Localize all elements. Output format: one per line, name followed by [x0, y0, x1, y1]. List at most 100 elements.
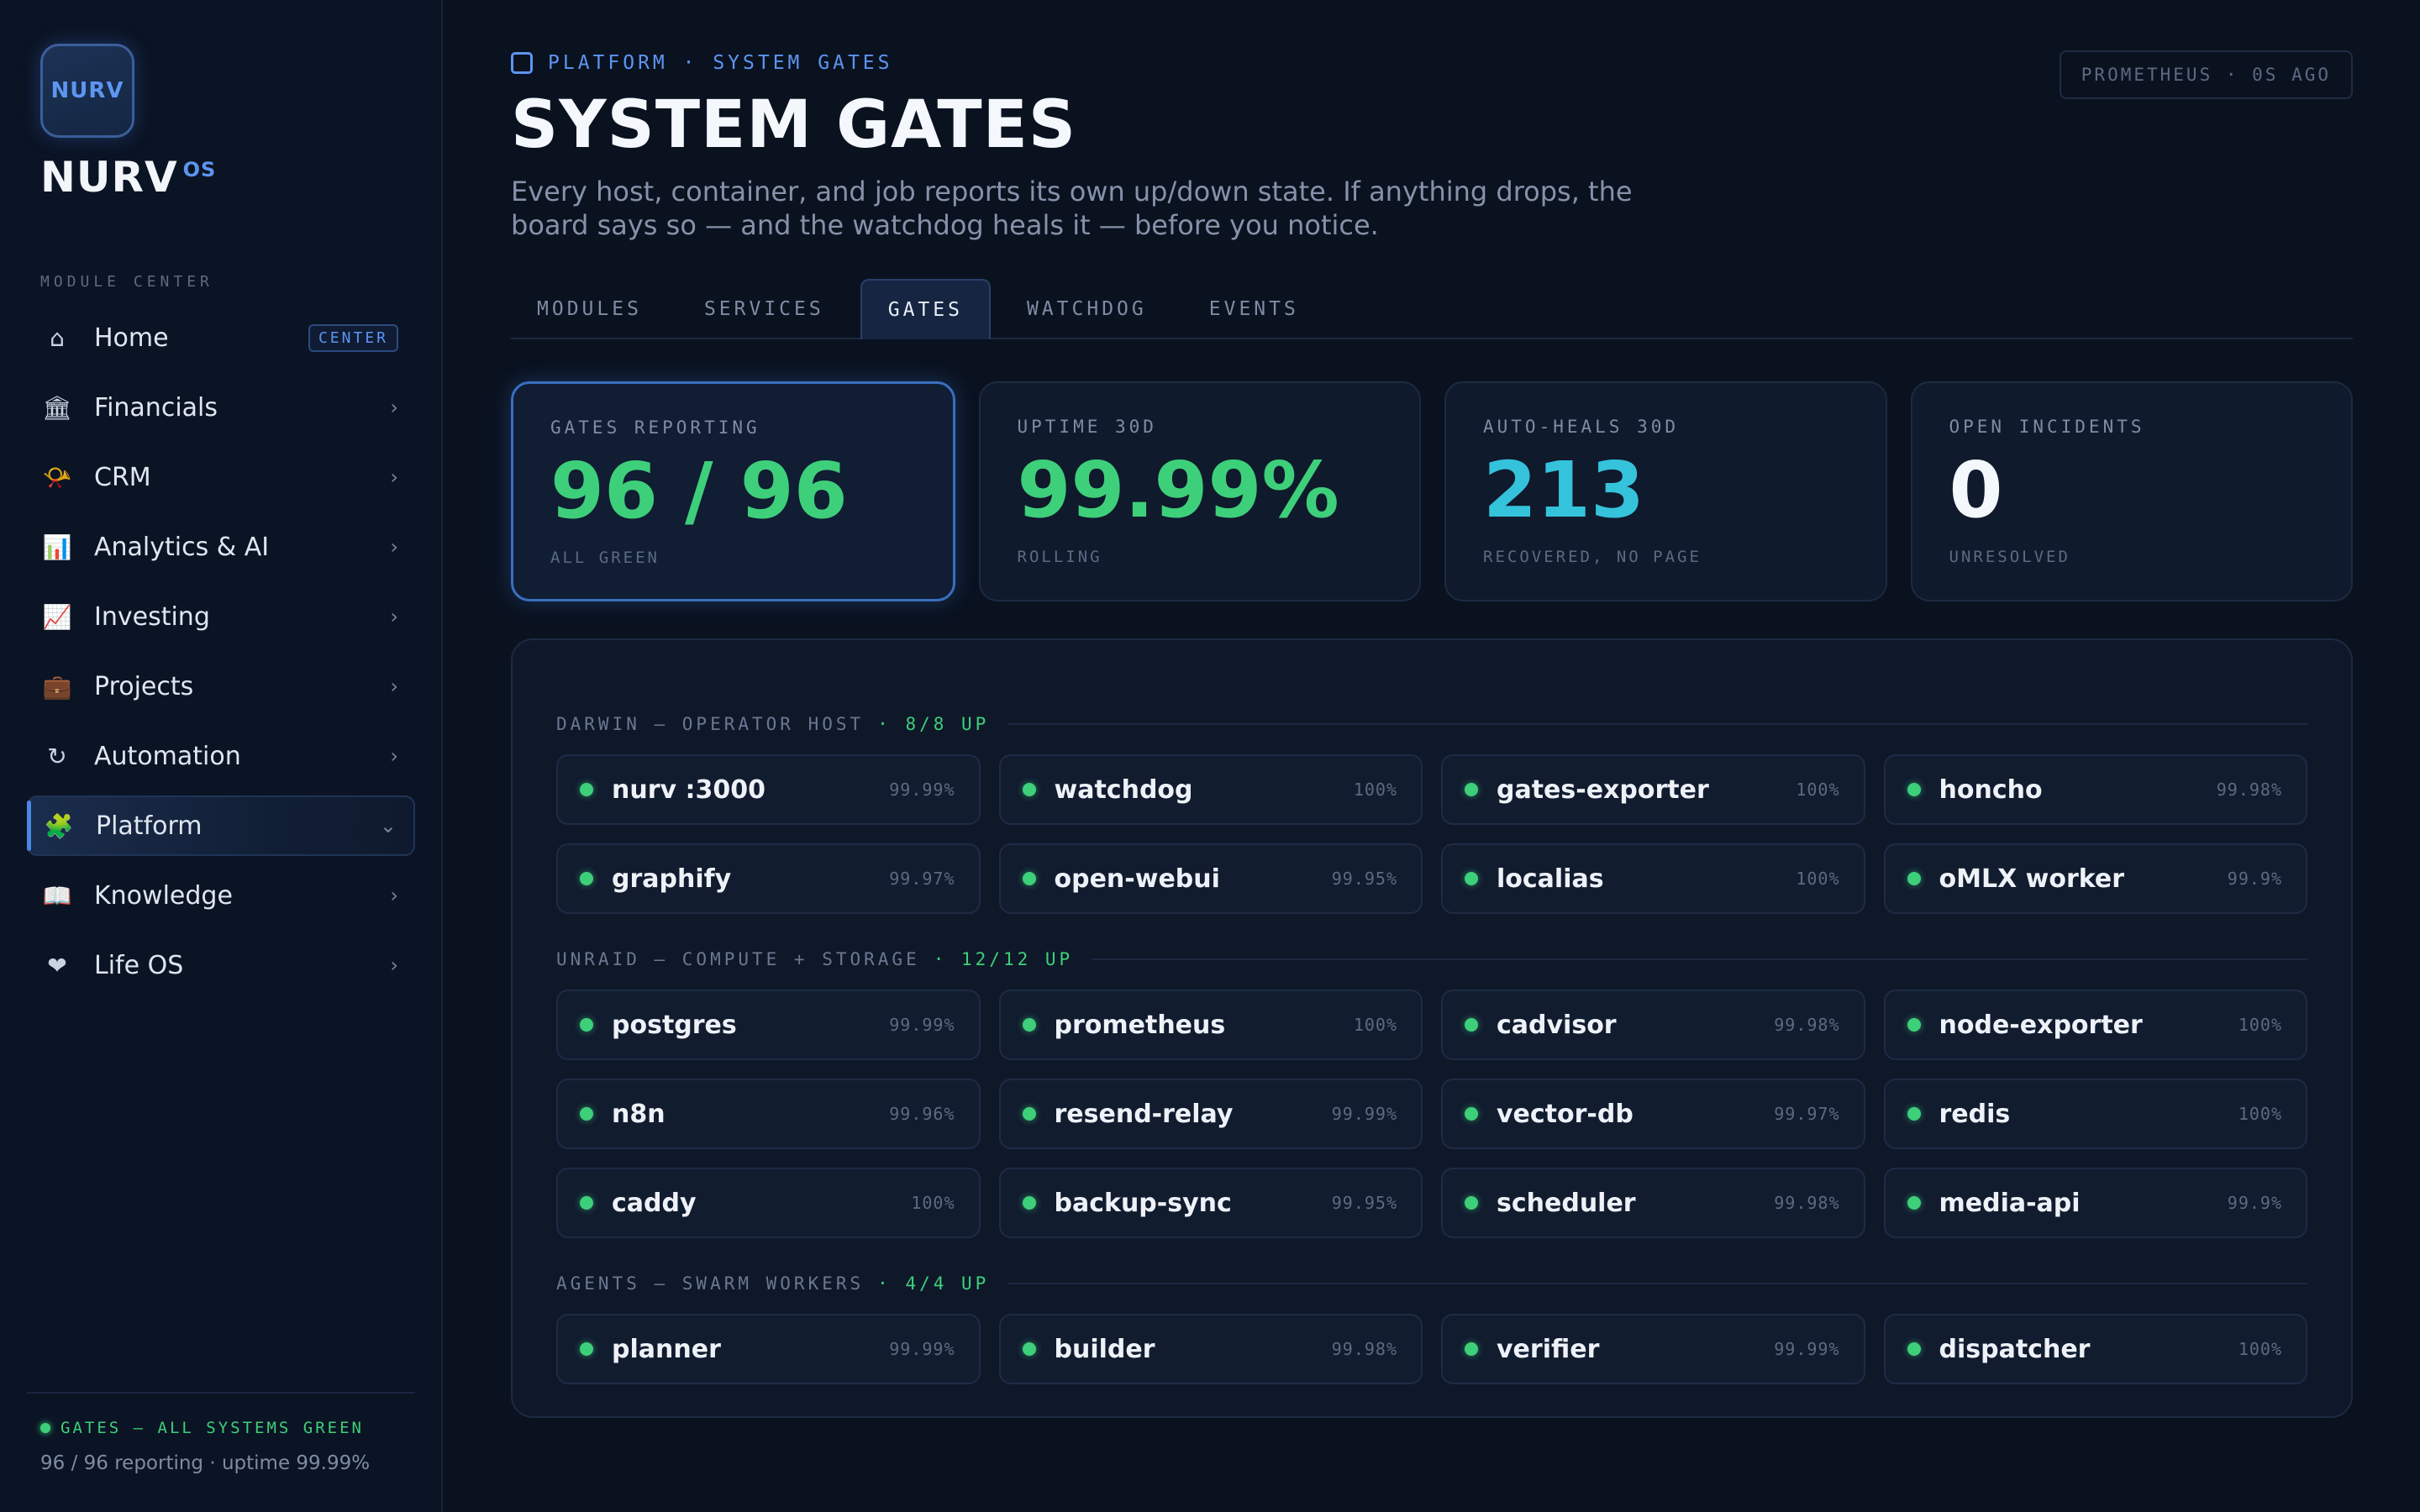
gate-uptime: 99.97% [889, 869, 955, 889]
status-dot-icon [580, 1018, 593, 1032]
gate-card[interactable]: vector-db 99.97% [1441, 1079, 1865, 1149]
sidebar-nav: ⌂ Home CENTER 🏛 Financials › 📯 CRM › 📊 A… [27, 307, 415, 1005]
book-icon: 📖 [42, 881, 72, 910]
sidebar-item-life-os[interactable]: ❤ Life OS › [27, 935, 415, 995]
group-title: AGENTS — SWARM WORKERS [556, 1273, 865, 1294]
stat-card-gates-reporting[interactable]: GATES REPORTING 96 / 96 ALL GREEN [511, 381, 955, 601]
gate-card[interactable]: nurv :3000 99.99% [556, 754, 981, 825]
group-header-unraid: UNRAID — COMPUTE + STORAGE · 12/12 UP [556, 942, 2307, 976]
gate-uptime: 99.99% [889, 1015, 955, 1035]
gate-uptime: 100% [1353, 780, 1397, 800]
stat-card-open-incidents[interactable]: OPEN INCIDENTS 0 UNRESOLVED [1910, 381, 2353, 601]
status-dot-icon [1465, 1107, 1478, 1121]
gate-card[interactable]: resend-relay 99.99% [998, 1079, 1423, 1149]
gate-name: vector-db [1497, 1099, 1634, 1129]
chevron-right-icon: › [390, 465, 398, 489]
chevron-right-icon: › [390, 884, 398, 907]
sidebar-item-projects[interactable]: 💼 Projects › [27, 656, 415, 717]
stat-label: UPTIME 30D [1017, 417, 1157, 437]
gate-card[interactable]: watchdog 100% [998, 754, 1423, 825]
horn-icon: 📯 [42, 463, 72, 491]
gate-uptime: 100% [2238, 1015, 2282, 1035]
status-dot-icon [40, 1423, 50, 1433]
gate-card[interactable]: builder 99.98% [998, 1314, 1423, 1384]
sidebar-item-knowledge[interactable]: 📖 Knowledge › [27, 865, 415, 926]
stat-value: 99.99% [1017, 445, 1339, 535]
gate-uptime: 99.99% [889, 1339, 955, 1359]
gate-card[interactable]: postgres 99.99% [556, 990, 981, 1060]
gate-card[interactable]: gates-exporter 100% [1441, 754, 1865, 825]
sidebar-item-home[interactable]: ⌂ Home CENTER [27, 307, 415, 368]
stat-card-uptime[interactable]: UPTIME 30D 99.99% ROLLING [978, 381, 1421, 601]
tab-modules[interactable]: MODULES [511, 279, 668, 339]
gate-card[interactable]: verifier 99.99% [1441, 1314, 1865, 1384]
gate-name: resend-relay [1054, 1099, 1234, 1129]
gate-name: postgres [612, 1010, 737, 1040]
stat-sub: RECOVERED, NO PAGE [1483, 548, 1702, 566]
group-up-count: · 8/8 UP [877, 714, 990, 734]
gate-name: planner [612, 1334, 721, 1364]
gate-card[interactable]: dispatcher 100% [1883, 1314, 2307, 1384]
gate-card[interactable]: prometheus 100% [998, 990, 1423, 1060]
gate-uptime: 99.97% [1774, 1104, 1840, 1124]
gate-card[interactable]: open-webui 99.95% [998, 843, 1423, 914]
gate-grid-agents: planner 99.99% builder 99.98% verifier 99.9… [556, 1314, 2307, 1384]
gate-card[interactable]: redis 100% [1883, 1079, 2307, 1149]
gate-card[interactable]: scheduler 99.98% [1441, 1168, 1865, 1238]
gate-name: scheduler [1497, 1188, 1636, 1218]
gate-name: backup-sync [1054, 1188, 1232, 1218]
brand-sup: OS [182, 158, 217, 181]
status-dot-icon [1022, 1196, 1036, 1210]
sidebar-item-automation[interactable]: ↻ Automation › [27, 726, 415, 786]
gate-card[interactable]: node-exporter 100% [1883, 990, 2307, 1060]
gate-uptime: 99.95% [1331, 869, 1397, 889]
stat-label: OPEN INCIDENTS [1949, 417, 2145, 437]
gate-card[interactable]: graphify 99.97% [556, 843, 981, 914]
stat-sub: UNRESOLVED [1949, 548, 2070, 566]
puzzle-icon: 🧩 [44, 811, 74, 840]
gate-name: honcho [1939, 774, 2043, 805]
sidebar-item-label: Projects [94, 671, 194, 701]
gate-uptime: 100% [1796, 780, 1840, 800]
sidebar-item-crm[interactable]: 📯 CRM › [27, 447, 415, 507]
gate-uptime: 100% [911, 1193, 955, 1213]
stat-sub: ALL GREEN [550, 549, 660, 567]
briefcase-icon: 💼 [42, 672, 72, 701]
gate-name: redis [1939, 1099, 2011, 1129]
logo[interactable]: NURV [40, 44, 134, 138]
gate-card[interactable]: backup-sync 99.95% [998, 1168, 1423, 1238]
gates-status-detail: 96 / 96 reporting · uptime 99.99% [40, 1452, 371, 1474]
tab-bar: MODULES SERVICES GATES WATCHDOG EVENTS [511, 279, 2353, 339]
sidebar-item-investing[interactable]: 📈 Investing › [27, 586, 415, 647]
gate-card[interactable]: n8n 99.96% [556, 1079, 981, 1149]
tab-events[interactable]: EVENTS [1183, 279, 1325, 339]
gate-name: cadvisor [1497, 1010, 1617, 1040]
gate-name: builder [1054, 1334, 1155, 1364]
sidebar-item-label: Home [94, 323, 169, 353]
center-badge: CENTER [308, 323, 398, 352]
tab-gates[interactable]: GATES [860, 279, 991, 339]
gate-uptime: 100% [1353, 1015, 1397, 1035]
gate-card[interactable]: planner 99.99% [556, 1314, 981, 1384]
breadcrumb-text[interactable]: PLATFORM · SYSTEM GATES [548, 52, 893, 74]
gate-card[interactable]: cadvisor 99.98% [1441, 990, 1865, 1060]
tab-watchdog[interactable]: WATCHDOG [1001, 279, 1173, 339]
gate-name: node-exporter [1939, 1010, 2143, 1040]
gate-card[interactable]: oMLX worker 99.9% [1883, 843, 2307, 914]
sidebar-item-analytics[interactable]: 📊 Analytics & AI › [27, 517, 415, 577]
bar-chart-icon: 📊 [42, 533, 72, 561]
group-title: DARWIN — OPERATOR HOST [556, 714, 865, 734]
status-dot-icon [1907, 1196, 1921, 1210]
stat-card-auto-heals[interactable]: AUTO-HEALS 30D 213 RECOVERED, NO PAGE [1444, 381, 1887, 601]
gate-card[interactable]: honcho 99.98% [1883, 754, 2307, 825]
gate-uptime: 99.9% [2227, 1193, 2282, 1213]
gate-card[interactable]: media-api 99.9% [1883, 1168, 2307, 1238]
tab-services[interactable]: SERVICES [678, 279, 850, 339]
gate-card[interactable]: caddy 100% [556, 1168, 981, 1238]
status-dot-icon [1907, 872, 1921, 885]
chevron-right-icon: › [390, 744, 398, 768]
gate-card[interactable]: localias 100% [1441, 843, 1865, 914]
sidebar-item-platform[interactable]: 🧩 Platform ⌄ [27, 795, 415, 856]
breadcrumb: PLATFORM · SYSTEM GATES [511, 52, 893, 74]
sidebar-item-financials[interactable]: 🏛 Financials › [27, 377, 415, 438]
